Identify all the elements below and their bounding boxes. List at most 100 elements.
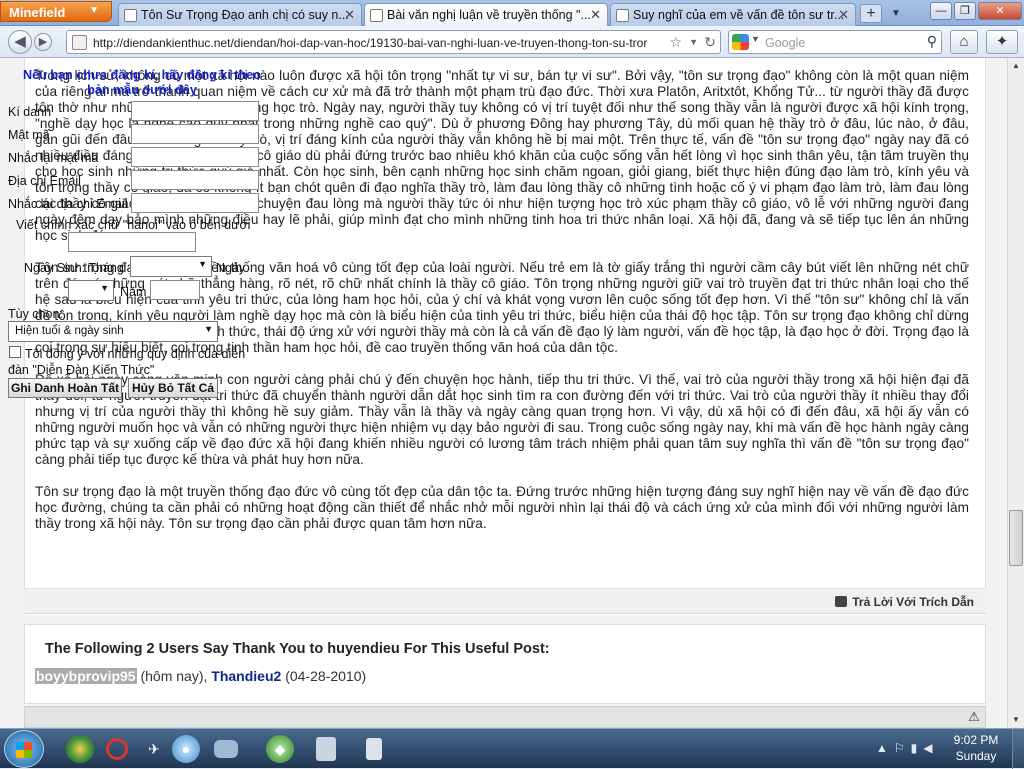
password-confirm-field[interactable] bbox=[131, 147, 259, 167]
window-close-icon[interactable]: ✕ bbox=[978, 2, 1022, 20]
birth-day-label: Ngày bbox=[216, 261, 246, 275]
chevron-down-icon: ▼ bbox=[204, 324, 213, 334]
scrollbar-thumb[interactable] bbox=[1009, 510, 1023, 566]
password-label: Mật mã bbox=[8, 128, 50, 142]
app-icon[interactable]: ● bbox=[172, 735, 200, 763]
email-label: Địa chỉ Email bbox=[8, 174, 81, 188]
thanks-date: (hôm nay), bbox=[136, 668, 212, 684]
submit-button[interactable]: Ghi Danh Hoàn Tất bbox=[8, 378, 122, 398]
username-label: Kí danh bbox=[8, 105, 52, 119]
clock-day: Sunday bbox=[955, 749, 997, 763]
close-icon[interactable]: ✕ bbox=[838, 7, 849, 23]
reply-with-quote-button[interactable]: Trả Lời Với Trích Dẫn bbox=[835, 595, 974, 609]
page-favicon-icon bbox=[616, 9, 629, 22]
birth-year-label: Năm bbox=[120, 285, 147, 299]
email-field[interactable] bbox=[131, 170, 259, 190]
app-menu-label: Minefield bbox=[9, 5, 66, 20]
birth-day-select[interactable]: ▼ bbox=[68, 280, 114, 301]
options-label: Tùy chọn: bbox=[8, 307, 63, 321]
address-bar[interactable]: http://diendankienthuc.net/diendan/hoi-d… bbox=[66, 30, 721, 54]
options-selected-value: Hiện tuổi & ngày sinh bbox=[15, 325, 124, 337]
warning-icon[interactable]: ⚠ bbox=[965, 709, 983, 725]
quote-icon bbox=[835, 596, 848, 607]
reset-button[interactable]: Hủy Bỏ Tất Cả bbox=[128, 378, 218, 398]
close-icon[interactable]: ✕ bbox=[344, 7, 355, 23]
start-button[interactable] bbox=[4, 730, 44, 768]
page-bottom-bar: ⚠ bbox=[24, 706, 986, 728]
browser-titlebar: Minefield ▼ Tôn Sư Trọng Đạo anh chị có s… bbox=[0, 0, 1024, 27]
thanks-box: The Following 2 Users Say Thank You to h… bbox=[24, 624, 986, 704]
email-confirm-field[interactable] bbox=[131, 193, 259, 213]
restore-icon[interactable]: ❐ bbox=[954, 2, 976, 20]
opera-icon[interactable] bbox=[106, 738, 128, 760]
app-icon[interactable] bbox=[366, 738, 382, 760]
tab-title: Tôn Sư Trọng Đạo anh chị có suy n... bbox=[141, 8, 349, 22]
windows-taskbar: ✈ ● ◆ ▲⚐▮◀ 9:02 PM Sunday bbox=[0, 728, 1024, 769]
back-icon[interactable]: ◀ bbox=[8, 30, 32, 54]
clock-time: 9:02 PM bbox=[953, 733, 999, 747]
captcha-label: Viết chính xác chữ "hanoi" vào ô bên dướ… bbox=[16, 218, 251, 232]
page-favicon-icon bbox=[370, 9, 383, 22]
page-favicon-icon bbox=[124, 9, 137, 22]
registration-form: Nếu bạn chưa đăng kí, hãy đăng kí theo b… bbox=[0, 58, 300, 418]
scroll-down-icon[interactable]: ▼ bbox=[1008, 712, 1024, 728]
windows-logo-icon bbox=[16, 742, 32, 758]
search-placeholder: Google bbox=[765, 36, 806, 50]
forward-icon[interactable]: ▶ bbox=[34, 33, 52, 51]
chrome-icon[interactable] bbox=[66, 735, 94, 763]
app-icon[interactable]: ◆ bbox=[266, 735, 294, 763]
search-icon[interactable]: ⚲ bbox=[927, 33, 937, 50]
new-tab-button[interactable]: + bbox=[860, 4, 882, 23]
agree-label: Tôi đồng ý với những quy định của diễn đ… bbox=[8, 347, 246, 377]
tab-1[interactable]: Tôn Sư Trọng Đạo anh chị có suy n... ✕ bbox=[118, 3, 362, 26]
chevron-down-icon: ▼ bbox=[198, 259, 207, 269]
bookmark-star-icon[interactable]: ☆ bbox=[669, 34, 682, 51]
reply-quote-label: Trả Lời Với Trích Dẫn bbox=[852, 595, 974, 609]
reload-icon[interactable]: ↻ bbox=[704, 34, 716, 51]
bookmarks-menu-icon[interactable]: ✦ bbox=[986, 30, 1018, 54]
thanks-date: (04-28-2010) bbox=[281, 668, 367, 684]
app-icon[interactable]: ✈ bbox=[140, 735, 168, 763]
birth-month-select[interactable]: ▼ bbox=[130, 256, 212, 277]
app-icon[interactable] bbox=[214, 740, 238, 758]
app-menu-button[interactable]: Minefield ▼ bbox=[0, 1, 112, 22]
captcha-field[interactable] bbox=[68, 232, 196, 252]
email-confirm-label: Nhắc lại địa chỉ Email bbox=[8, 197, 128, 211]
system-tray-icons[interactable]: ▲⚐▮◀ bbox=[876, 741, 938, 755]
close-icon[interactable]: ✕ bbox=[590, 7, 601, 23]
vertical-scrollbar[interactable]: ▲ ▼ bbox=[1007, 58, 1024, 728]
username-field[interactable] bbox=[131, 101, 259, 121]
search-input[interactable]: ▼ Google ⚲ bbox=[728, 30, 942, 54]
post-footer: Trả Lời Với Trích Dẫn bbox=[24, 588, 986, 614]
app-icon[interactable] bbox=[316, 737, 336, 761]
thanks-title: The Following 2 Users Say Thank You to h… bbox=[45, 641, 550, 657]
tab-title: Bài văn nghị luận về truyền thống "... bbox=[387, 8, 591, 22]
clock[interactable]: 9:02 PM Sunday bbox=[941, 732, 1011, 764]
chevron-down-icon: ▼ bbox=[89, 5, 99, 16]
chevron-down-icon: ▼ bbox=[100, 283, 109, 293]
options-select[interactable]: Hiện tuổi & ngày sinh ▼ bbox=[8, 321, 218, 342]
scroll-up-icon[interactable]: ▲ bbox=[1008, 58, 1024, 74]
home-icon[interactable]: ⌂ bbox=[950, 30, 978, 54]
google-icon[interactable] bbox=[732, 34, 749, 50]
site-identity-icon[interactable] bbox=[72, 35, 87, 50]
tab-3[interactable]: Suy nghĩ của em về vấn đề tôn sư tr... ✕ bbox=[610, 3, 856, 26]
url-text: http://diendankienthuc.net/diendan/hoi-d… bbox=[93, 36, 648, 50]
birth-year-field[interactable] bbox=[150, 280, 200, 300]
history-dropdown-icon[interactable]: ▼ bbox=[689, 37, 698, 47]
show-desktop-button[interactable] bbox=[1012, 729, 1024, 769]
registration-heading: Nếu bạn chưa đăng kí, hãy đăng kí theo b… bbox=[23, 68, 261, 97]
page-content: Trong lịch sử, không có một xã hội nào l… bbox=[0, 58, 1007, 728]
password-field[interactable] bbox=[131, 124, 259, 144]
thanks-user-link[interactable]: boyybprovip95 bbox=[35, 668, 137, 684]
post-paragraph: Tôn sư trọng đạo là một truyền thống đạo… bbox=[35, 484, 969, 531]
thanks-user-link[interactable]: Thandieu2 bbox=[211, 668, 281, 684]
chevron-down-icon[interactable]: ▼ bbox=[751, 34, 760, 44]
navigation-toolbar: ◀ ▶ http://diendankienthuc.net/diendan/h… bbox=[0, 26, 1024, 58]
tab-2[interactable]: Bài văn nghị luận về truyền thống "... ✕ bbox=[364, 3, 608, 27]
minimize-icon[interactable]: — bbox=[930, 2, 952, 20]
password-confirm-label: Nhắc lại mật mã bbox=[8, 151, 99, 165]
thanks-users: boyybprovip95 (hôm nay), Thandieu2 (04-2… bbox=[35, 668, 366, 684]
birthday-month-label: Ngày Sinh: Tháng bbox=[24, 261, 124, 275]
tab-list-icon[interactable]: ▼ bbox=[886, 4, 906, 23]
